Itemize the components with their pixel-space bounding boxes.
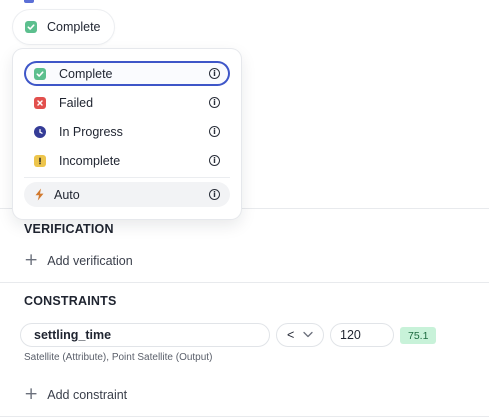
menu-item-label: Failed — [59, 95, 94, 110]
menu-item-label: Auto — [54, 187, 80, 202]
section-divider — [0, 416, 489, 417]
menu-item-auto[interactable]: Auto i — [24, 182, 230, 207]
exclamation-icon — [34, 154, 46, 167]
constraint-value: 120 — [340, 328, 361, 342]
menu-item-label: Incomplete — [59, 153, 121, 168]
add-constraint-label: Add constraint — [47, 387, 128, 402]
menu-item-label: Complete — [59, 66, 113, 81]
constraints-title: CONSTRAINTS — [24, 294, 117, 308]
menu-item-label: In Progress — [59, 124, 123, 139]
add-constraint-button[interactable]: + Add constraint — [24, 386, 127, 403]
menu-item-incomplete[interactable]: Incomplete i — [24, 148, 230, 173]
constraint-operator-select[interactable]: < — [276, 323, 324, 347]
constraint-source-text: Satellite (Attribute), Point Satellite (… — [24, 352, 213, 363]
menu-divider — [24, 177, 230, 178]
info-icon[interactable]: i — [209, 97, 220, 108]
top-indicator — [24, 0, 34, 3]
constraint-operator-value: < — [287, 328, 295, 342]
verification-title: VERIFICATION — [24, 222, 114, 236]
menu-item-failed[interactable]: Failed i — [24, 90, 230, 115]
constraint-attribute-input[interactable]: settling_time — [20, 323, 270, 347]
lightning-icon — [34, 188, 45, 201]
status-menu: Complete i Failed i In Progress i Incomp… — [13, 49, 241, 219]
check-icon — [34, 67, 46, 80]
add-verification-label: Add verification — [47, 253, 133, 268]
plus-icon: + — [24, 250, 39, 270]
status-dropdown-trigger[interactable]: Complete — [13, 10, 114, 44]
section-divider — [0, 282, 489, 283]
add-verification-button[interactable]: + Add verification — [24, 252, 133, 269]
info-icon[interactable]: i — [209, 155, 220, 166]
chevron-down-icon — [303, 330, 313, 341]
info-icon[interactable]: i — [209, 68, 220, 79]
constraint-result-badge: 75.1 — [400, 327, 437, 344]
constraint-attribute-value: settling_time — [34, 328, 112, 342]
menu-item-complete[interactable]: Complete i — [24, 61, 230, 86]
status-current-label: Complete — [47, 20, 101, 34]
clock-icon — [34, 125, 46, 138]
requirement-panel: Complete Complete i Failed i In Progress… — [0, 0, 489, 419]
info-icon[interactable]: i — [209, 189, 220, 200]
constraint-value-input[interactable]: 120 — [330, 323, 394, 347]
menu-item-in-progress[interactable]: In Progress i — [24, 119, 230, 144]
plus-icon: + — [24, 384, 39, 404]
check-icon — [25, 21, 37, 33]
x-icon — [34, 96, 46, 109]
info-icon[interactable]: i — [209, 126, 220, 137]
